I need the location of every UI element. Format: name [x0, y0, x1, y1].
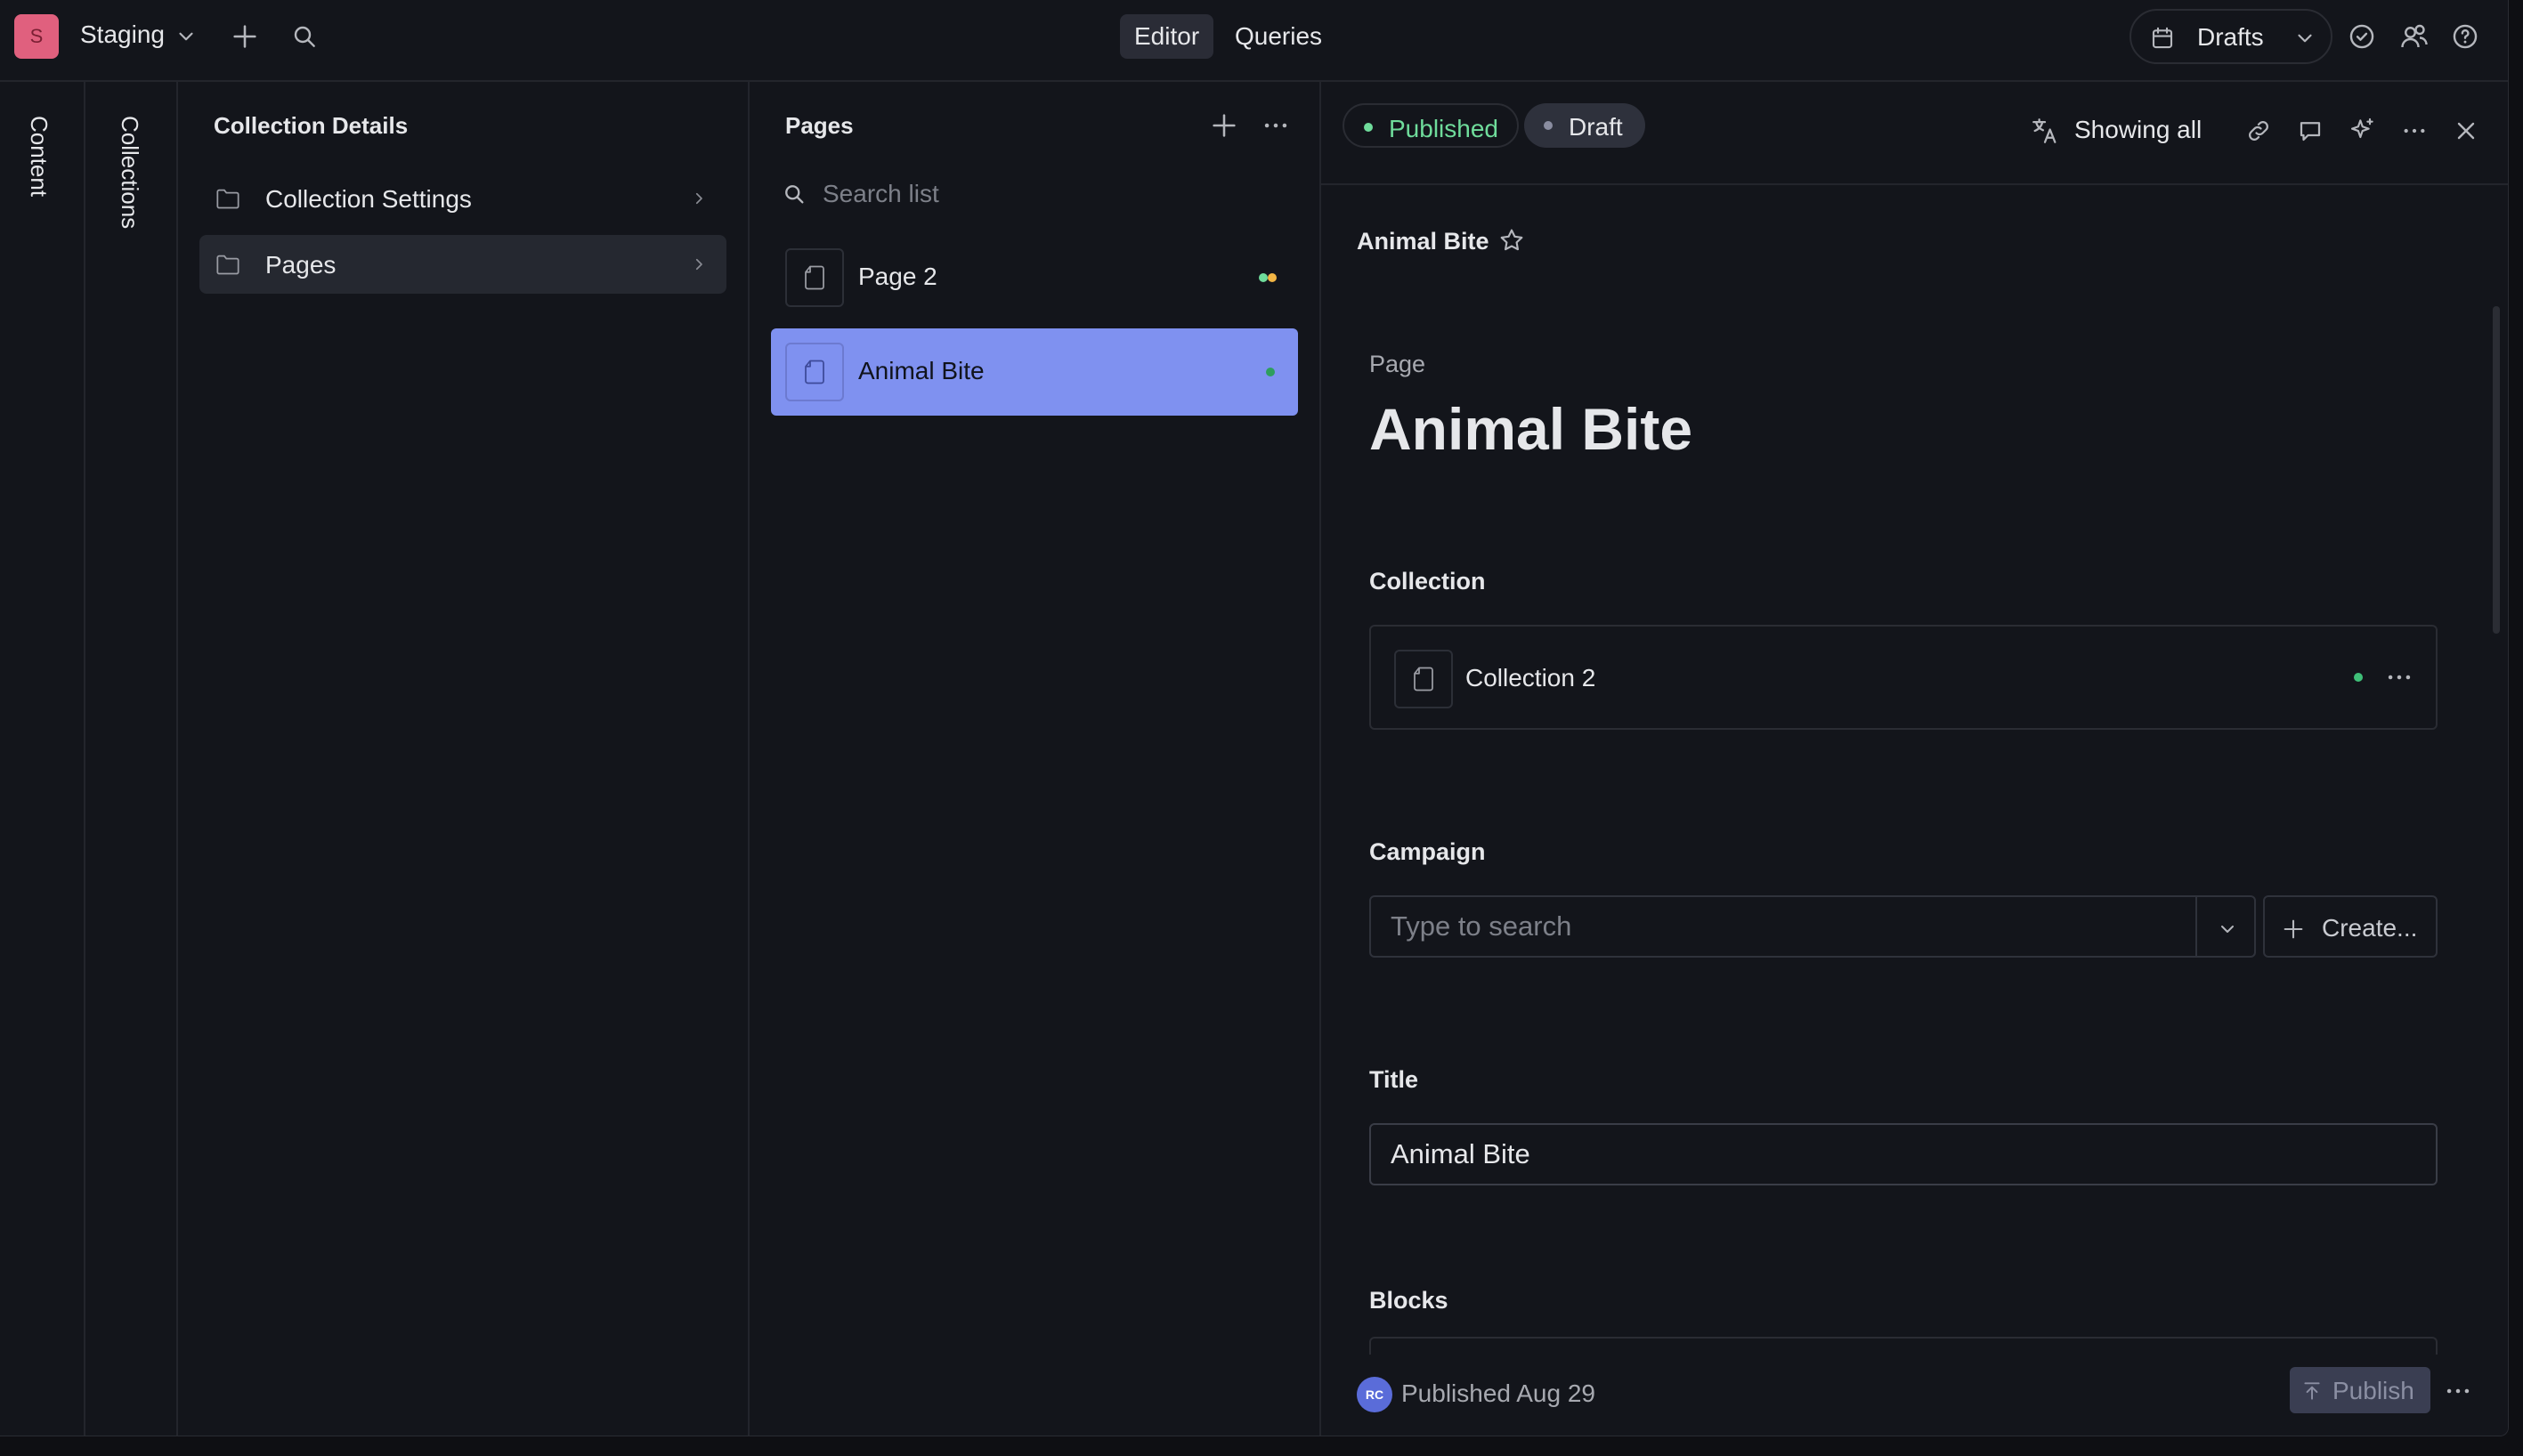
top-bar: S Staging Editor Queries Drafts	[0, 0, 2508, 82]
search-icon[interactable]	[290, 22, 319, 51]
draft-dot	[1544, 121, 1553, 130]
tab-editor[interactable]: Editor	[1120, 14, 1214, 59]
published-status-dot	[1259, 273, 1268, 282]
campaign-field-label: Campaign	[1369, 838, 1486, 865]
editor-footer: RC Published Aug 29 Publish	[1321, 1355, 2508, 1436]
create-campaign-button[interactable]: Create...	[2263, 895, 2438, 958]
list-item-label: Animal Bite	[858, 357, 985, 384]
title-input[interactable]	[1391, 1125, 2414, 1184]
translate-icon[interactable]	[2030, 116, 2060, 146]
app-window: S Staging Editor Queries Drafts Content …	[0, 0, 2509, 1436]
publish-button-label: Publish	[2332, 1377, 2414, 1404]
list-item-label: Page 2	[858, 263, 937, 290]
list-item[interactable]: Animal Bite	[771, 328, 1298, 416]
published-status-dot	[2354, 673, 2363, 682]
nav-item-pages[interactable]: Pages	[199, 235, 726, 294]
tab-queries[interactable]: Queries	[1221, 14, 1336, 59]
star-icon[interactable]	[1497, 226, 1526, 255]
add-icon[interactable]	[230, 21, 260, 52]
collections-rail: Collections	[85, 82, 178, 1436]
collaborators-icon[interactable]	[2398, 20, 2430, 53]
document-icon	[1394, 650, 1453, 708]
campaign-combobox	[1369, 895, 2256, 958]
workspace-name[interactable]: Staging	[80, 20, 165, 49]
publish-status: Published Aug 29	[1401, 1379, 1595, 1407]
link-icon[interactable]	[2245, 117, 2272, 144]
published-version-pill[interactable]: Published	[1343, 103, 1519, 148]
document-breadcrumb: Animal Bite	[1357, 228, 1489, 255]
sparkles-icon[interactable]	[2349, 116, 2377, 144]
more-options-icon[interactable]	[2384, 662, 2414, 692]
search-icon	[782, 182, 807, 206]
search-list	[782, 174, 1280, 214]
rail-collections-label[interactable]: Collections	[116, 116, 143, 229]
chevron-right-icon	[691, 190, 707, 206]
content-rail: Content	[0, 82, 85, 1436]
document-type: Page	[1369, 351, 1426, 377]
document-icon	[785, 248, 844, 307]
chevron-down-icon[interactable]	[2217, 918, 2238, 940]
nav-item-label: Pages	[265, 251, 337, 279]
search-list-input[interactable]	[823, 174, 1268, 214]
more-options-icon[interactable]	[2443, 1376, 2473, 1406]
title-field-label: Title	[1369, 1066, 1419, 1093]
collection-details-panel: Collection Details Collection Settings P…	[178, 82, 750, 1436]
page-title: Animal Bite	[1369, 396, 1693, 462]
collection-field-label: Collection	[1369, 568, 1486, 595]
tasks-check-icon[interactable]	[2347, 21, 2377, 52]
more-options-icon[interactable]	[1261, 110, 1291, 141]
release-selector-label: Drafts	[2197, 23, 2264, 51]
calendar-icon	[2149, 25, 2176, 52]
add-icon	[2281, 917, 2306, 942]
more-options-icon[interactable]	[2400, 117, 2429, 145]
nav-item-label: Collection Settings	[265, 185, 472, 213]
divider	[2195, 897, 2197, 956]
publish-button[interactable]: Publish	[2290, 1367, 2430, 1413]
help-icon[interactable]	[2450, 21, 2480, 52]
blocks-field-label: Blocks	[1369, 1287, 1448, 1314]
list-item[interactable]: Page 2	[771, 234, 1298, 321]
chevron-down-icon[interactable]	[174, 25, 198, 48]
collection-reference[interactable]: Collection 2	[1369, 625, 2438, 730]
document-icon	[785, 343, 844, 401]
create-button-label: Create...	[2322, 914, 2418, 942]
document-editor: Published Draft Showing all Animal Bite …	[1321, 82, 2508, 1436]
folder-icon	[215, 253, 240, 276]
chevron-right-icon	[691, 256, 707, 272]
collection-reference-label: Collection 2	[1465, 664, 1596, 692]
comment-icon[interactable]	[2297, 117, 2324, 144]
blocks-field[interactable]	[1369, 1337, 2438, 1355]
draft-pill-label: Draft	[1569, 113, 1623, 141]
workspace-avatar[interactable]: S	[14, 14, 59, 59]
scrollbar-thumb[interactable]	[2493, 306, 2500, 634]
draft-version-pill[interactable]: Draft	[1524, 103, 1645, 148]
pages-list-panel: Pages Page 2 Animal Bite	[750, 82, 1321, 1436]
folder-icon	[215, 187, 240, 210]
editor-header: Published Draft Showing all	[1321, 82, 2508, 185]
panel-title: Collection Details	[214, 112, 409, 139]
chevron-down-icon	[2293, 27, 2316, 50]
publish-icon	[2300, 1379, 2324, 1403]
title-field	[1369, 1123, 2438, 1185]
language-filter-label[interactable]: Showing all	[2074, 116, 2202, 144]
avatar: RC	[1357, 1377, 1392, 1412]
release-selector[interactable]: Drafts	[2130, 9, 2332, 64]
published-pill-label: Published	[1389, 115, 1498, 142]
panel-title: Pages	[785, 112, 854, 139]
close-icon[interactable]	[2452, 117, 2480, 145]
nav-item-collection-settings[interactable]: Collection Settings	[199, 169, 726, 228]
changed-status-dot	[1268, 273, 1277, 282]
published-status-dot	[1266, 368, 1275, 376]
add-icon[interactable]	[1209, 110, 1239, 141]
rail-content-label[interactable]: Content	[25, 116, 53, 197]
campaign-search-input[interactable]	[1391, 897, 2174, 956]
published-dot	[1364, 123, 1373, 132]
